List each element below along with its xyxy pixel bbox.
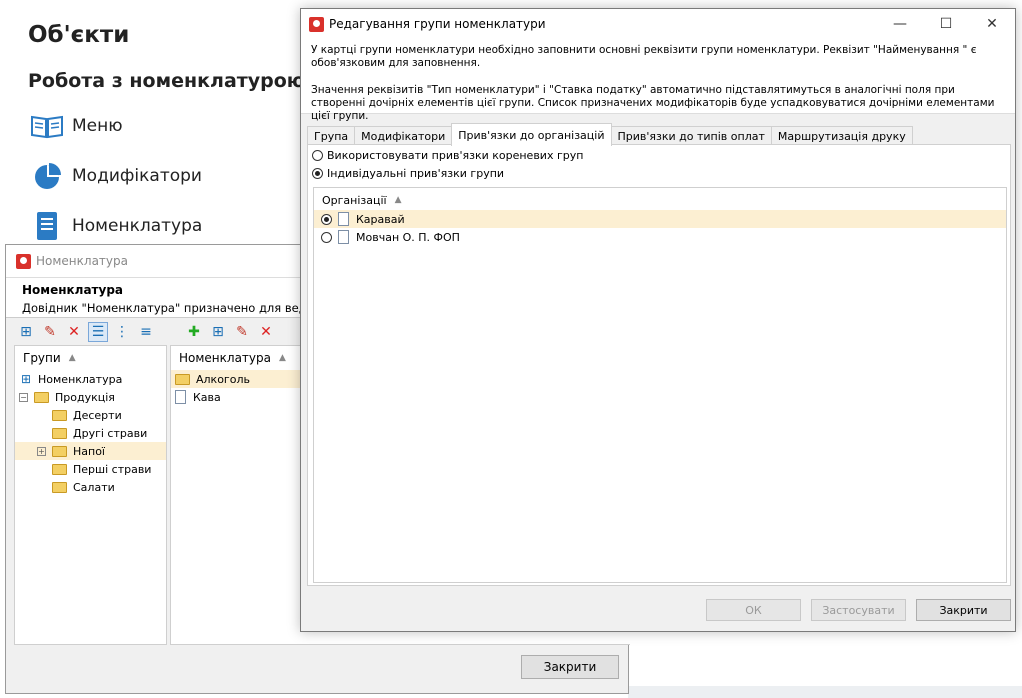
add-icon[interactable]: ✚ <box>184 322 204 342</box>
tree-label: Продукція <box>55 390 115 404</box>
close-icon[interactable]: ✕ <box>969 9 1015 39</box>
nomenclature-link[interactable]: Номенклатура <box>30 209 202 243</box>
tab-org-bindings[interactable]: Прив'язки до організацій <box>451 123 612 146</box>
radio-root-label: Використовувати прив'язки кореневих груп <box>327 149 584 162</box>
tree-row[interactable]: ⊞ Номенклатура <box>15 370 166 388</box>
ok-button[interactable]: ОК <box>706 599 801 621</box>
tree-row[interactable]: − Продукція <box>15 388 166 406</box>
minimize-icon[interactable]: — <box>877 9 923 39</box>
folder-icon <box>52 427 67 439</box>
edit-group-dialog: Редагування групи номенклатури — ☐ ✕ У к… <box>300 8 1016 632</box>
folder-icon <box>34 391 49 403</box>
status-strip <box>628 686 1022 698</box>
maximize-icon[interactable]: ☐ <box>923 9 969 39</box>
dialog-info: У картці групи номенклатури необхідно за… <box>301 39 1015 122</box>
groups-panel: Групи ▲ ⊞ Номенклатура − Продукція Десерти Дру… <box>14 345 167 645</box>
edit-icon[interactable]: ✎ <box>40 322 60 342</box>
folder-icon <box>175 373 190 385</box>
app-icon <box>16 253 31 269</box>
tab-group[interactable]: Група <box>307 126 356 146</box>
folder-icon <box>52 463 67 475</box>
tree-label: Салати <box>73 480 115 494</box>
add-group-icon[interactable]: ⊞ <box>16 322 36 342</box>
window-controls: — ☐ ✕ <box>877 9 1015 39</box>
tree-expand-icon[interactable]: ⋮ <box>112 322 132 342</box>
book-icon <box>30 109 64 143</box>
tree-label: Другі страви <box>73 426 148 440</box>
menu-label: Меню <box>72 116 123 136</box>
list-view-icon[interactable]: ☰ <box>88 322 108 342</box>
tree-row[interactable]: Перші страви <box>15 460 166 478</box>
tree-label: Перші страви <box>73 462 152 476</box>
tree-row[interactable]: Другі страви <box>15 424 166 442</box>
folder-icon <box>52 409 67 421</box>
radio-individual-bindings[interactable]: Індивідуальні прив'язки групи <box>312 167 504 180</box>
apply-button[interactable]: Застосувати <box>811 599 906 621</box>
tree-row[interactable]: Десерти <box>15 406 166 424</box>
tree-root-icon: ⊞ <box>20 372 32 386</box>
add-item-icon[interactable]: ⊞ <box>208 322 228 342</box>
nomenclature-label: Номенклатура <box>72 216 203 236</box>
org-row[interactable]: Каравай <box>314 210 1006 228</box>
radio-individual-label: Індивідуальні прив'язки групи <box>327 167 505 180</box>
delete-item-icon[interactable]: ✕ <box>256 322 276 342</box>
tab-panel: Використовувати прив'язки кореневих груп… <box>307 144 1011 586</box>
sort-asc-icon: ▲ <box>394 195 402 205</box>
groups-column-header[interactable]: Групи ▲ <box>15 346 166 370</box>
organizations-column-header[interactable]: Організації ▲ <box>314 188 1006 212</box>
tab-modifiers[interactable]: Модифікатори <box>354 126 453 146</box>
document-icon <box>30 209 64 243</box>
close-button[interactable]: Закрити <box>916 599 1011 621</box>
app-icon <box>309 16 324 32</box>
tree-row[interactable]: + Напої <box>15 442 166 460</box>
window-title: Номенклатура <box>36 254 128 268</box>
tree-row[interactable]: Салати <box>15 478 166 496</box>
close-button[interactable]: Закрити <box>521 655 619 679</box>
collapse-icon[interactable]: − <box>19 392 28 402</box>
organizations-grid: Організації ▲ Каравай Мовчан О. П. ФОП <box>313 187 1007 583</box>
tree-label: Десерти <box>73 408 122 422</box>
tab-print-routing[interactable]: Маршрутизація друку <box>770 126 913 146</box>
groups-column-label: Групи <box>23 351 61 365</box>
items-column-label: Номенклатура <box>179 351 271 365</box>
section-title: Робота з номенклатурою <box>28 70 306 92</box>
modifiers-label: Модифікатори <box>72 166 202 186</box>
document-icon <box>338 230 349 244</box>
radio-button[interactable] <box>321 213 332 225</box>
info-paragraph-2: Значення реквізитів "Тип номенклатури" і… <box>311 84 995 122</box>
item-label: Алкоголь <box>196 372 250 386</box>
info-paragraph-1: У картці групи номенклатури необхідно за… <box>311 44 977 69</box>
pie-icon <box>30 159 64 193</box>
document-icon <box>175 390 186 404</box>
page-title: Об'єкти <box>28 22 130 48</box>
sort-asc-icon: ▲ <box>68 353 76 363</box>
dialog-title: Редагування групи номенклатури <box>329 17 546 31</box>
radio-button[interactable] <box>321 231 332 243</box>
modifiers-link[interactable]: Модифікатори <box>30 159 202 193</box>
tree-label: Напої <box>73 444 105 458</box>
sort-asc-icon: ▲ <box>278 353 286 363</box>
radio-button[interactable] <box>312 150 323 161</box>
document-icon <box>338 212 349 226</box>
radio-button[interactable] <box>312 168 323 179</box>
menu-link[interactable]: Меню <box>30 109 123 143</box>
item-label: Кава <box>193 390 221 404</box>
tree-label: Номенклатура <box>38 372 123 386</box>
radio-root-bindings[interactable]: Використовувати прив'язки кореневих груп <box>312 149 583 162</box>
organizations-column-label: Організації <box>322 193 387 207</box>
org-label: Мовчан О. П. ФОП <box>356 230 460 244</box>
edit-item-icon[interactable]: ✎ <box>232 322 252 342</box>
expand-icon[interactable]: + <box>37 446 46 456</box>
delete-icon[interactable]: ✕ <box>64 322 84 342</box>
tree-collapse-icon[interactable]: ≡ <box>136 322 156 342</box>
folder-icon <box>52 445 67 457</box>
tab-payment-bindings[interactable]: Прив'язки до типів оплат <box>610 126 772 146</box>
org-row[interactable]: Мовчан О. П. ФОП <box>314 228 1006 246</box>
tab-strip: Група Модифікатори Прив'язки до організа… <box>307 123 913 146</box>
folder-icon <box>52 481 67 493</box>
org-label: Каравай <box>356 212 405 226</box>
